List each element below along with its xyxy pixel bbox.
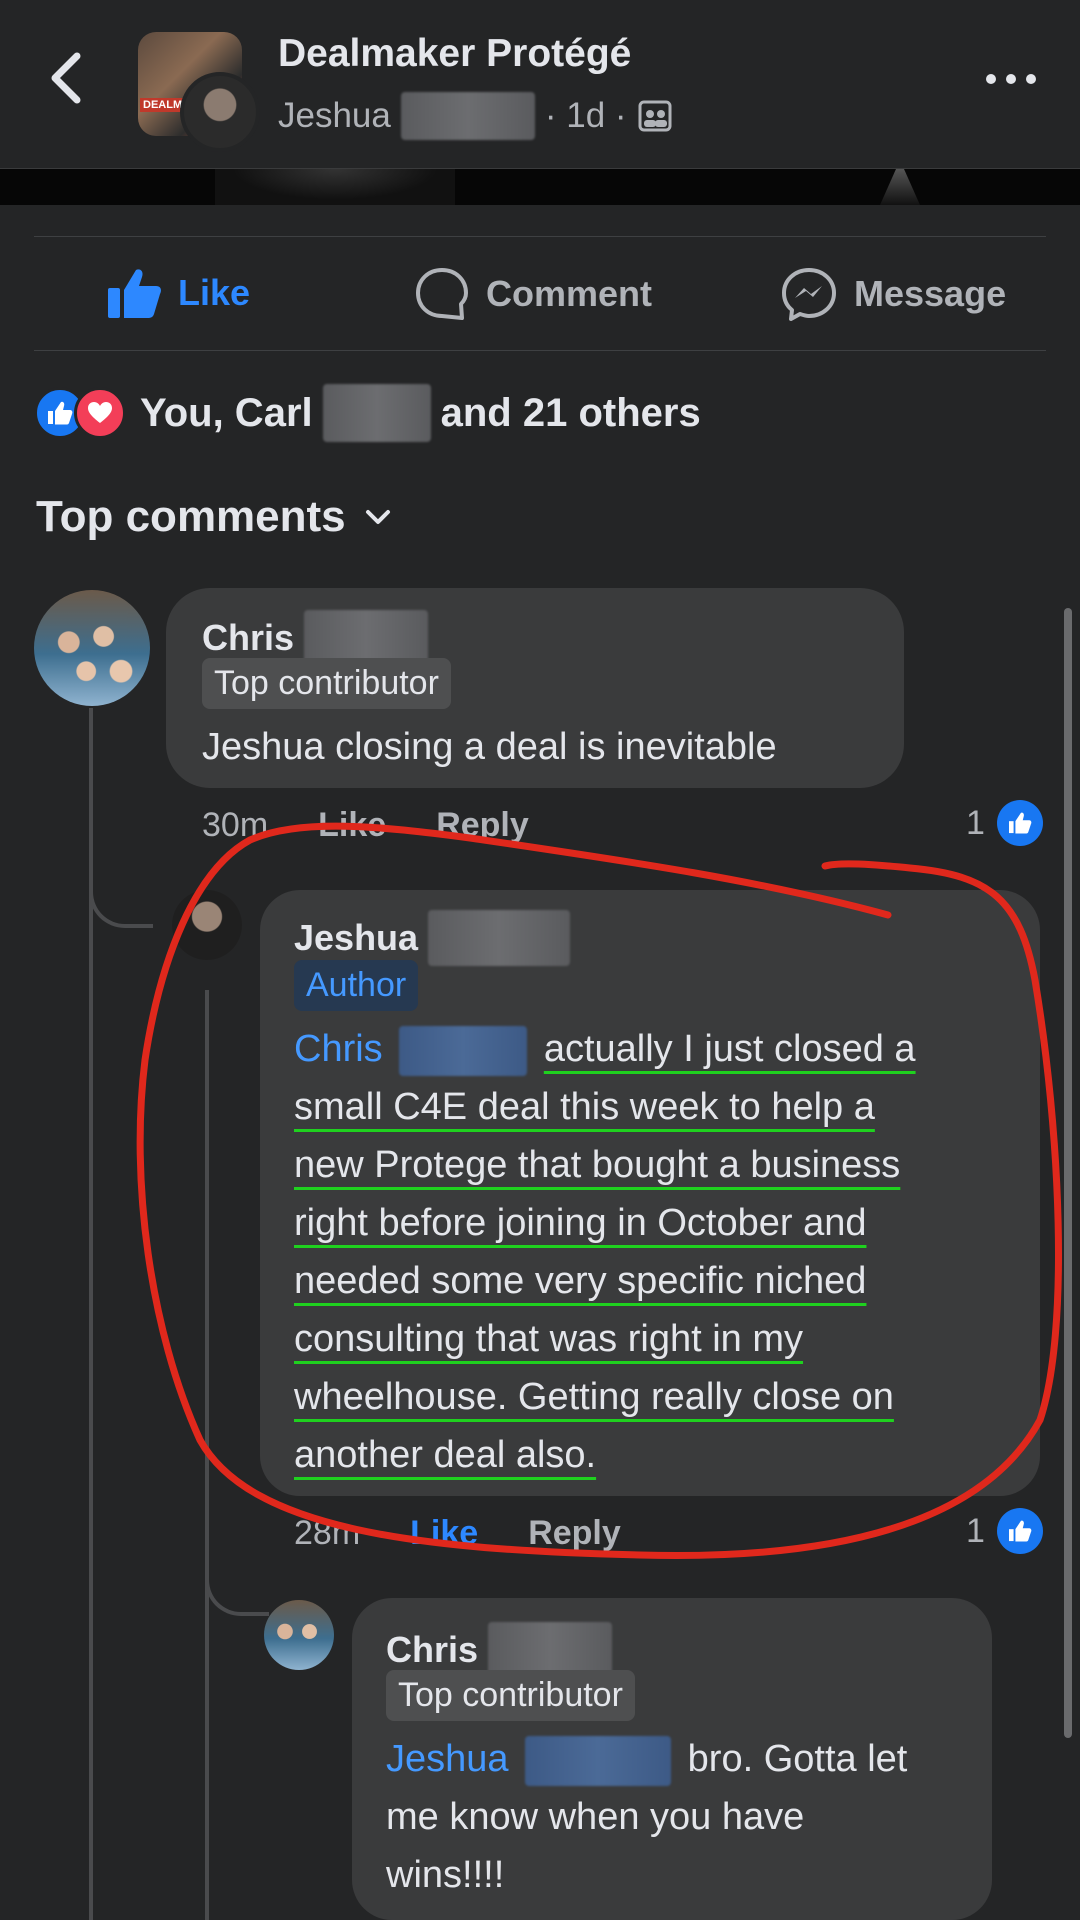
- red-annotation-circle: [136, 822, 1062, 1559]
